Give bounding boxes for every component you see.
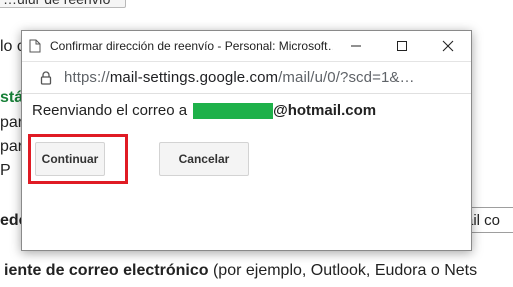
popup-address-bar: https://mail-settings.google.com/mail/u/… — [22, 62, 471, 94]
bg-description-rest: (por ejemplo, Outlook, Eudora o Nets — [208, 262, 478, 279]
minimize-icon[interactable] — [333, 31, 379, 61]
popup-url: https://mail-settings.google.com/mail/u/… — [58, 69, 415, 86]
bg-text-fragment: par — [0, 138, 24, 155]
popup-title: Confirmar dirección de reenvío - Persona… — [50, 39, 333, 53]
confirm-forwarding-popup: Confirmar dirección de reenvío - Persona… — [21, 30, 472, 251]
popup-content: Reenviando el correo a @hotmail.com Cont… — [22, 94, 471, 252]
close-icon[interactable] — [425, 31, 471, 61]
forwarding-address-button[interactable]: …ulur de reenvío — [0, 0, 126, 8]
bg-status-text: stá — [0, 89, 24, 106]
cancel-button[interactable]: Cancelar — [159, 142, 249, 176]
bg-text-fragment: par — [0, 114, 24, 131]
redacted-email-block — [193, 102, 274, 119]
continue-button[interactable]: Continuar — [35, 142, 105, 176]
email-domain: @hotmail.com — [273, 102, 377, 119]
url-scheme: https:// — [64, 69, 110, 86]
bg-text-fragment: P — [0, 162, 11, 179]
forwarding-message: Reenviando el correo a @hotmail.com — [32, 102, 376, 119]
bg-description-line: iente de correo electrónico (por ejemplo… — [4, 262, 477, 280]
maximize-icon[interactable] — [379, 31, 425, 61]
message-prefix: Reenviando el correo a — [32, 102, 188, 119]
bg-description-bold: iente de correo electrónico — [4, 262, 209, 279]
popup-titlebar: Confirmar dirección de reenvío - Persona… — [22, 31, 471, 62]
lock-icon[interactable] — [34, 70, 58, 85]
url-path: /mail/u/0/?scd=1&… — [278, 69, 415, 86]
url-host: mail-settings.google.com — [109, 69, 279, 86]
page-icon — [24, 39, 46, 53]
